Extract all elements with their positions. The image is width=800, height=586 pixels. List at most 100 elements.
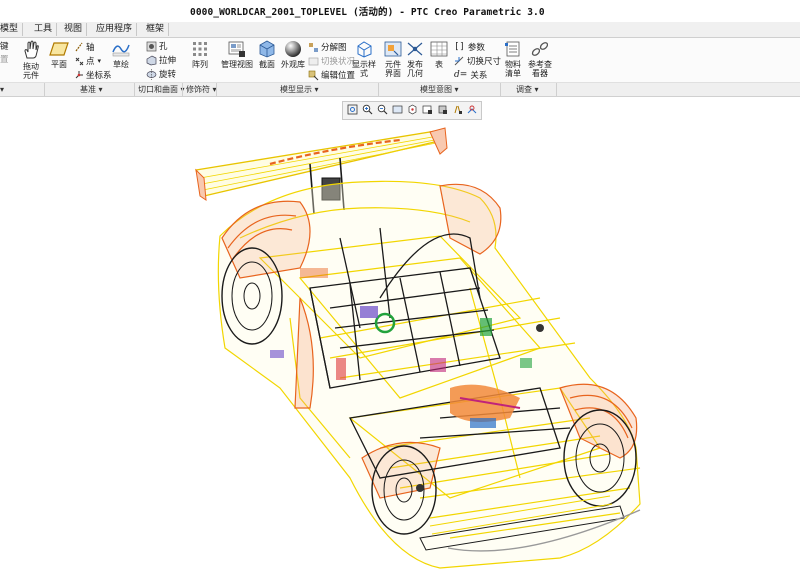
partial-left-item-2[interactable]: 置 bbox=[0, 53, 9, 65]
toggle-dimensions-label: 切换尺寸 bbox=[467, 57, 502, 67]
group-separator bbox=[500, 83, 501, 96]
sketch-button[interactable]: 草绘 bbox=[110, 40, 132, 69]
relations-icon: d= bbox=[454, 70, 468, 80]
partial-left-item-1[interactable]: 键 bbox=[0, 40, 9, 52]
section-icon bbox=[259, 40, 275, 58]
edit-position-button[interactable]: 编辑位置 bbox=[308, 69, 355, 81]
braces-icon: [] bbox=[454, 42, 465, 52]
sketch-icon bbox=[112, 44, 130, 57]
display-style-icon[interactable] bbox=[435, 103, 449, 116]
hole-icon bbox=[146, 41, 157, 51]
tab-model[interactable]: 模型 bbox=[0, 23, 24, 36]
toggle-status-icon bbox=[308, 57, 319, 65]
reference-viewer-label: 参考查 看器 bbox=[528, 60, 552, 78]
zoom-in-icon[interactable] bbox=[360, 103, 374, 116]
parameters-button[interactable]: [] 参数 bbox=[454, 41, 485, 53]
pattern-button[interactable]: 阵列 bbox=[188, 40, 212, 69]
section-button[interactable]: 截面 bbox=[256, 40, 278, 69]
group-investigate-label: 调查 bbox=[516, 85, 532, 94]
parameters-label: 参数 bbox=[467, 43, 485, 53]
group-cut-surface-label: 切口和曲面 bbox=[138, 85, 178, 94]
group-separator bbox=[556, 83, 557, 96]
table-button[interactable]: 表 bbox=[428, 40, 450, 69]
pattern-label: 阵列 bbox=[192, 60, 208, 69]
table-label: 表 bbox=[435, 60, 443, 69]
datum-point-icon bbox=[75, 57, 84, 66]
ribbon-tab-bar: 模型 工具 视图 应用程序 框架 bbox=[0, 22, 800, 38]
sketch-label: 草绘 bbox=[113, 60, 129, 69]
table-icon bbox=[430, 41, 448, 57]
extrude-label: 拉伸 bbox=[159, 56, 177, 66]
group-model-intent[interactable]: 模型意图 ▾ bbox=[420, 84, 459, 95]
pattern-icon bbox=[193, 42, 207, 56]
group-investigate[interactable]: 调查 ▾ bbox=[516, 84, 539, 95]
axis-icon bbox=[75, 42, 83, 52]
revolve-label: 旋转 bbox=[159, 70, 177, 80]
bom-button[interactable]: 物料 清单 bbox=[502, 40, 524, 78]
display-style-button[interactable]: 显示样 式 bbox=[350, 40, 378, 78]
manage-views-button[interactable]: 管理视图 bbox=[219, 40, 255, 69]
appearance-lib-label: 外观库 bbox=[281, 60, 305, 69]
car-wireframe-model[interactable] bbox=[0, 118, 800, 582]
title-bar: 0000_WORLDCAR_2001_TOPLEVEL (活动的) - PTC … bbox=[0, 0, 800, 22]
point-dropdown-icon[interactable]: ▾ bbox=[98, 57, 102, 65]
named-views-icon[interactable] bbox=[420, 103, 434, 116]
drag-components-label: 拖动 元件 bbox=[23, 62, 39, 80]
toggle-status-button[interactable]: 切换状况 bbox=[308, 55, 355, 67]
refit-icon[interactable] bbox=[345, 103, 359, 116]
extrude-icon bbox=[146, 55, 157, 65]
tab-framework[interactable]: 框架 bbox=[142, 23, 170, 36]
repaint-icon[interactable] bbox=[390, 103, 404, 116]
plane-label: 平面 bbox=[51, 60, 67, 69]
drag-components-button[interactable]: 拖动 元件 bbox=[18, 40, 44, 80]
point-button[interactable]: 点 ▾ bbox=[74, 55, 101, 67]
bill-of-materials-icon bbox=[505, 41, 520, 57]
appearance-sphere-icon bbox=[285, 41, 301, 57]
extrude-button[interactable]: 拉伸 bbox=[146, 54, 176, 66]
exploded-view-icon bbox=[309, 42, 318, 52]
tab-tools[interactable]: 工具 bbox=[30, 23, 58, 36]
plane-button[interactable]: 平面 bbox=[48, 40, 70, 69]
publish-geometry-button[interactable]: 发布 几何 bbox=[404, 40, 426, 78]
coord-sys-button[interactable]: 坐标系 bbox=[74, 69, 112, 81]
bom-label: 物料 清单 bbox=[505, 60, 521, 78]
reference-viewer-button[interactable]: 参考查 看器 bbox=[526, 40, 554, 78]
toggle-dimensions-button[interactable]: 切换尺寸 bbox=[454, 55, 501, 67]
axis-label: 轴 bbox=[86, 43, 95, 53]
group-modifiers[interactable]: 修饰符 ▾ bbox=[186, 84, 217, 95]
annotation-display-icon[interactable] bbox=[465, 103, 479, 116]
zoom-out-icon[interactable] bbox=[375, 103, 389, 116]
datum-plane-icon bbox=[49, 42, 69, 56]
group-datum[interactable]: 基准 ▾ bbox=[80, 84, 103, 95]
tab-applications[interactable]: 应用程序 bbox=[92, 23, 138, 36]
point-label: 点 bbox=[86, 57, 95, 67]
coordinate-system-icon bbox=[75, 71, 83, 79]
group-model-display-label: 模型显示 bbox=[280, 85, 312, 94]
reference-viewer-chain-icon bbox=[531, 42, 549, 56]
graphics-area[interactable] bbox=[0, 118, 800, 582]
relations-button[interactable]: d= 关系 bbox=[454, 69, 487, 81]
revolve-icon bbox=[146, 68, 157, 80]
group-model-display[interactable]: 模型显示 ▾ bbox=[280, 84, 319, 95]
axis-button[interactable]: 轴 bbox=[74, 41, 95, 53]
revolve-button[interactable]: 旋转 bbox=[146, 68, 176, 80]
datum-display-icon[interactable] bbox=[450, 103, 464, 116]
hole-button[interactable]: 孔 bbox=[146, 40, 168, 52]
component-interface-button[interactable]: 元件 界面 bbox=[382, 40, 404, 78]
group-separator bbox=[134, 83, 135, 96]
relations-label: 关系 bbox=[470, 71, 488, 81]
group-separator bbox=[44, 83, 45, 96]
component-interface-icon bbox=[384, 41, 402, 57]
group-cut-surface[interactable]: 切口和曲面 ▾ bbox=[138, 84, 185, 95]
tab-view[interactable]: 视图 bbox=[60, 23, 88, 36]
spin-center-icon[interactable] bbox=[405, 103, 419, 116]
group-separator bbox=[378, 83, 379, 96]
publish-geometry-label: 发布 几何 bbox=[407, 60, 423, 78]
exploded-view-button[interactable]: 分解图 bbox=[308, 41, 347, 53]
manage-views-label: 管理视图 bbox=[221, 60, 253, 69]
appearance-lib-button[interactable]: 外观库 bbox=[279, 40, 307, 69]
coord-sys-label: 坐标系 bbox=[86, 71, 112, 81]
group-prev-caption[interactable]: ▾ bbox=[0, 84, 4, 95]
hole-label: 孔 bbox=[159, 42, 168, 52]
manage-views-icon bbox=[228, 41, 245, 57]
